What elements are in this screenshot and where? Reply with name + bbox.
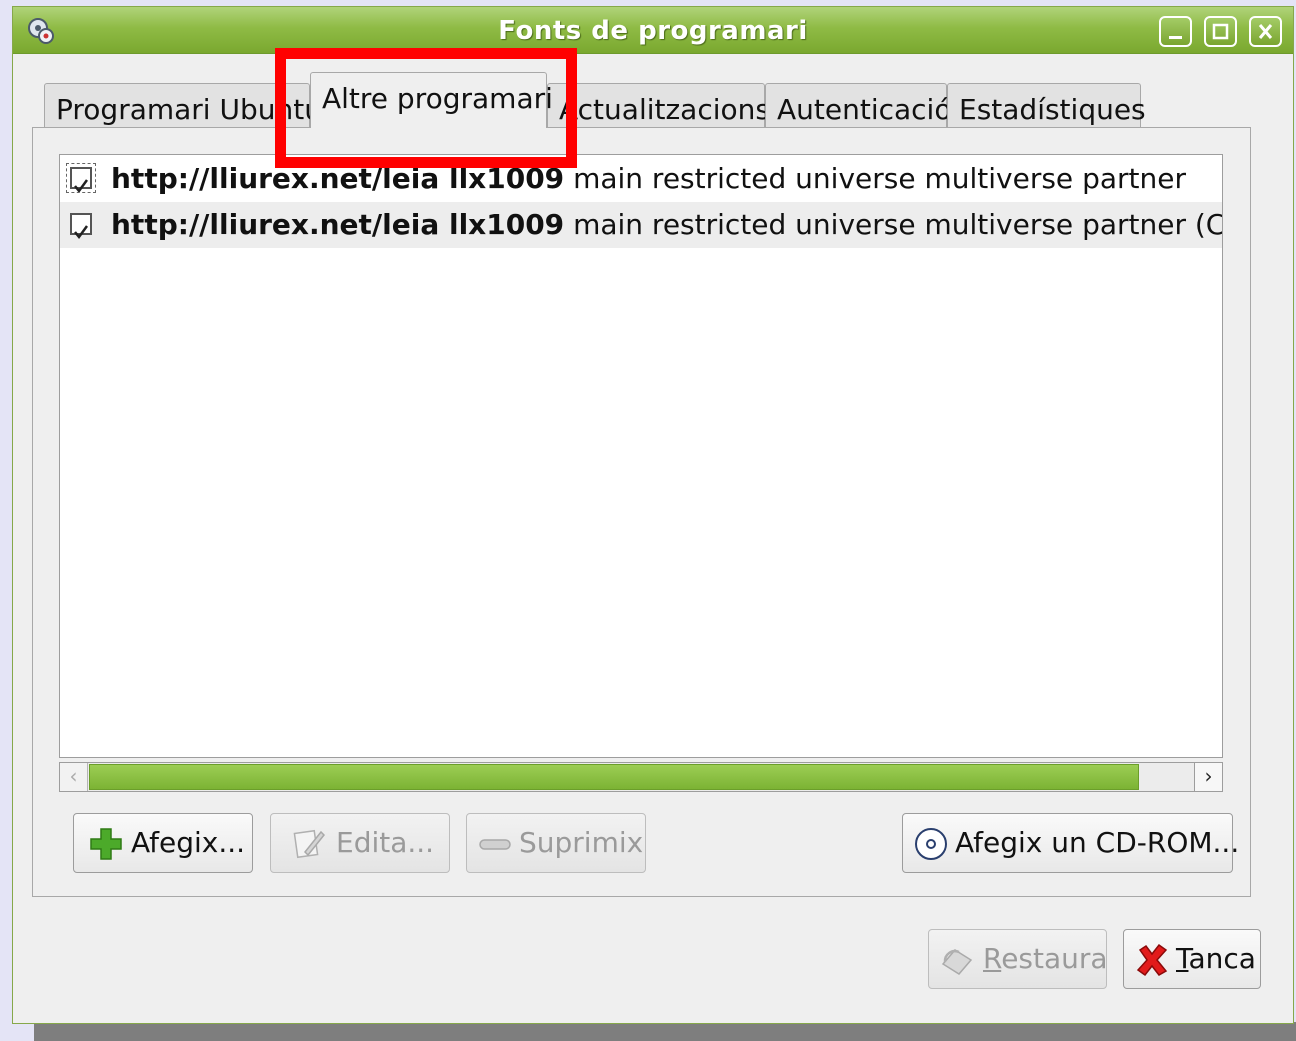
checkmark-icon [74,225,89,240]
source-components: main restricted universe multiverse part… [564,162,1186,195]
close-window-button[interactable] [1249,16,1282,47]
chevron-right-icon: › [1204,764,1213,788]
title-bar[interactable]: Fonts de programari [13,7,1293,54]
source-components: main restricted universe multiverse part… [573,208,1223,241]
source-enabled-checkbox[interactable] [70,213,92,240]
scrollbar-thumb[interactable] [89,764,1139,790]
tab-ubuntu-software[interactable]: Programari Ubuntu [44,83,322,133]
minimize-icon [1169,36,1182,39]
revert-label-mnemonic: R [983,942,1002,975]
tab-updates[interactable]: Actualitzacions [547,83,770,133]
maximize-button[interactable] [1204,16,1237,47]
add-cdrom-label: Afegix un CD-ROM... [955,826,1240,859]
source-entry-text: http://lliurex.net/leia llx1009 main res… [111,162,1186,195]
source-url: http://lliurex.net/leia llx1009 [111,208,565,241]
maximize-icon [1212,23,1229,40]
source-enabled-checkbox[interactable] [66,163,96,194]
list-item[interactable]: http://lliurex.net/leia llx1009 main res… [60,202,1222,248]
horizontal-scrollbar[interactable]: ‹ › [59,762,1223,792]
close-x-icon [1136,943,1168,977]
annotation-highlight-box [275,48,577,168]
close-button[interactable]: Tanca [1123,929,1261,989]
cdrom-icon [915,828,947,860]
scroll-right-button[interactable]: › [1194,763,1222,791]
scroll-left-button[interactable]: ‹ [60,763,88,791]
add-source-label: Afegix... [131,826,246,859]
remove-source-label: Suprimix [519,826,644,859]
revert-icon [941,949,973,975]
chevron-left-icon: ‹ [69,764,78,788]
add-source-button[interactable]: Afegix... [73,813,253,873]
sources-list[interactable]: http://lliurex.net/leia llx1009 main res… [59,154,1223,758]
checkmark-icon [74,179,89,194]
edit-icon [293,829,326,859]
edit-source-label: Edita... [336,826,435,859]
window-shadow [34,1022,1296,1041]
window-title: Fonts de programari [498,16,808,46]
minus-icon [479,839,511,850]
add-cdrom-button[interactable]: Afegix un CD-ROM... [902,813,1239,873]
list-item[interactable]: http://lliurex.net/leia llx1009 main res… [60,156,1222,202]
edit-source-button[interactable]: Edita... [270,813,450,873]
minimize-button[interactable] [1159,16,1192,47]
close-label: Tanca [1176,942,1256,975]
tab-statistics[interactable]: Estadístiques [947,83,1146,133]
revert-label: Restaura [983,942,1108,975]
close-label-mnemonic: T [1176,942,1189,975]
remove-source-button[interactable]: Suprimix [466,813,646,873]
close-label-rest: anca [1188,942,1256,975]
revert-button[interactable]: Restaura [928,929,1108,989]
revert-label-rest: estaura [1001,942,1108,975]
close-icon [1258,24,1273,39]
plus-icon [90,828,122,860]
tab-authentication[interactable]: Autenticació [765,83,951,133]
source-entry-text: http://lliurex.net/leia llx1009 main res… [111,208,1223,241]
